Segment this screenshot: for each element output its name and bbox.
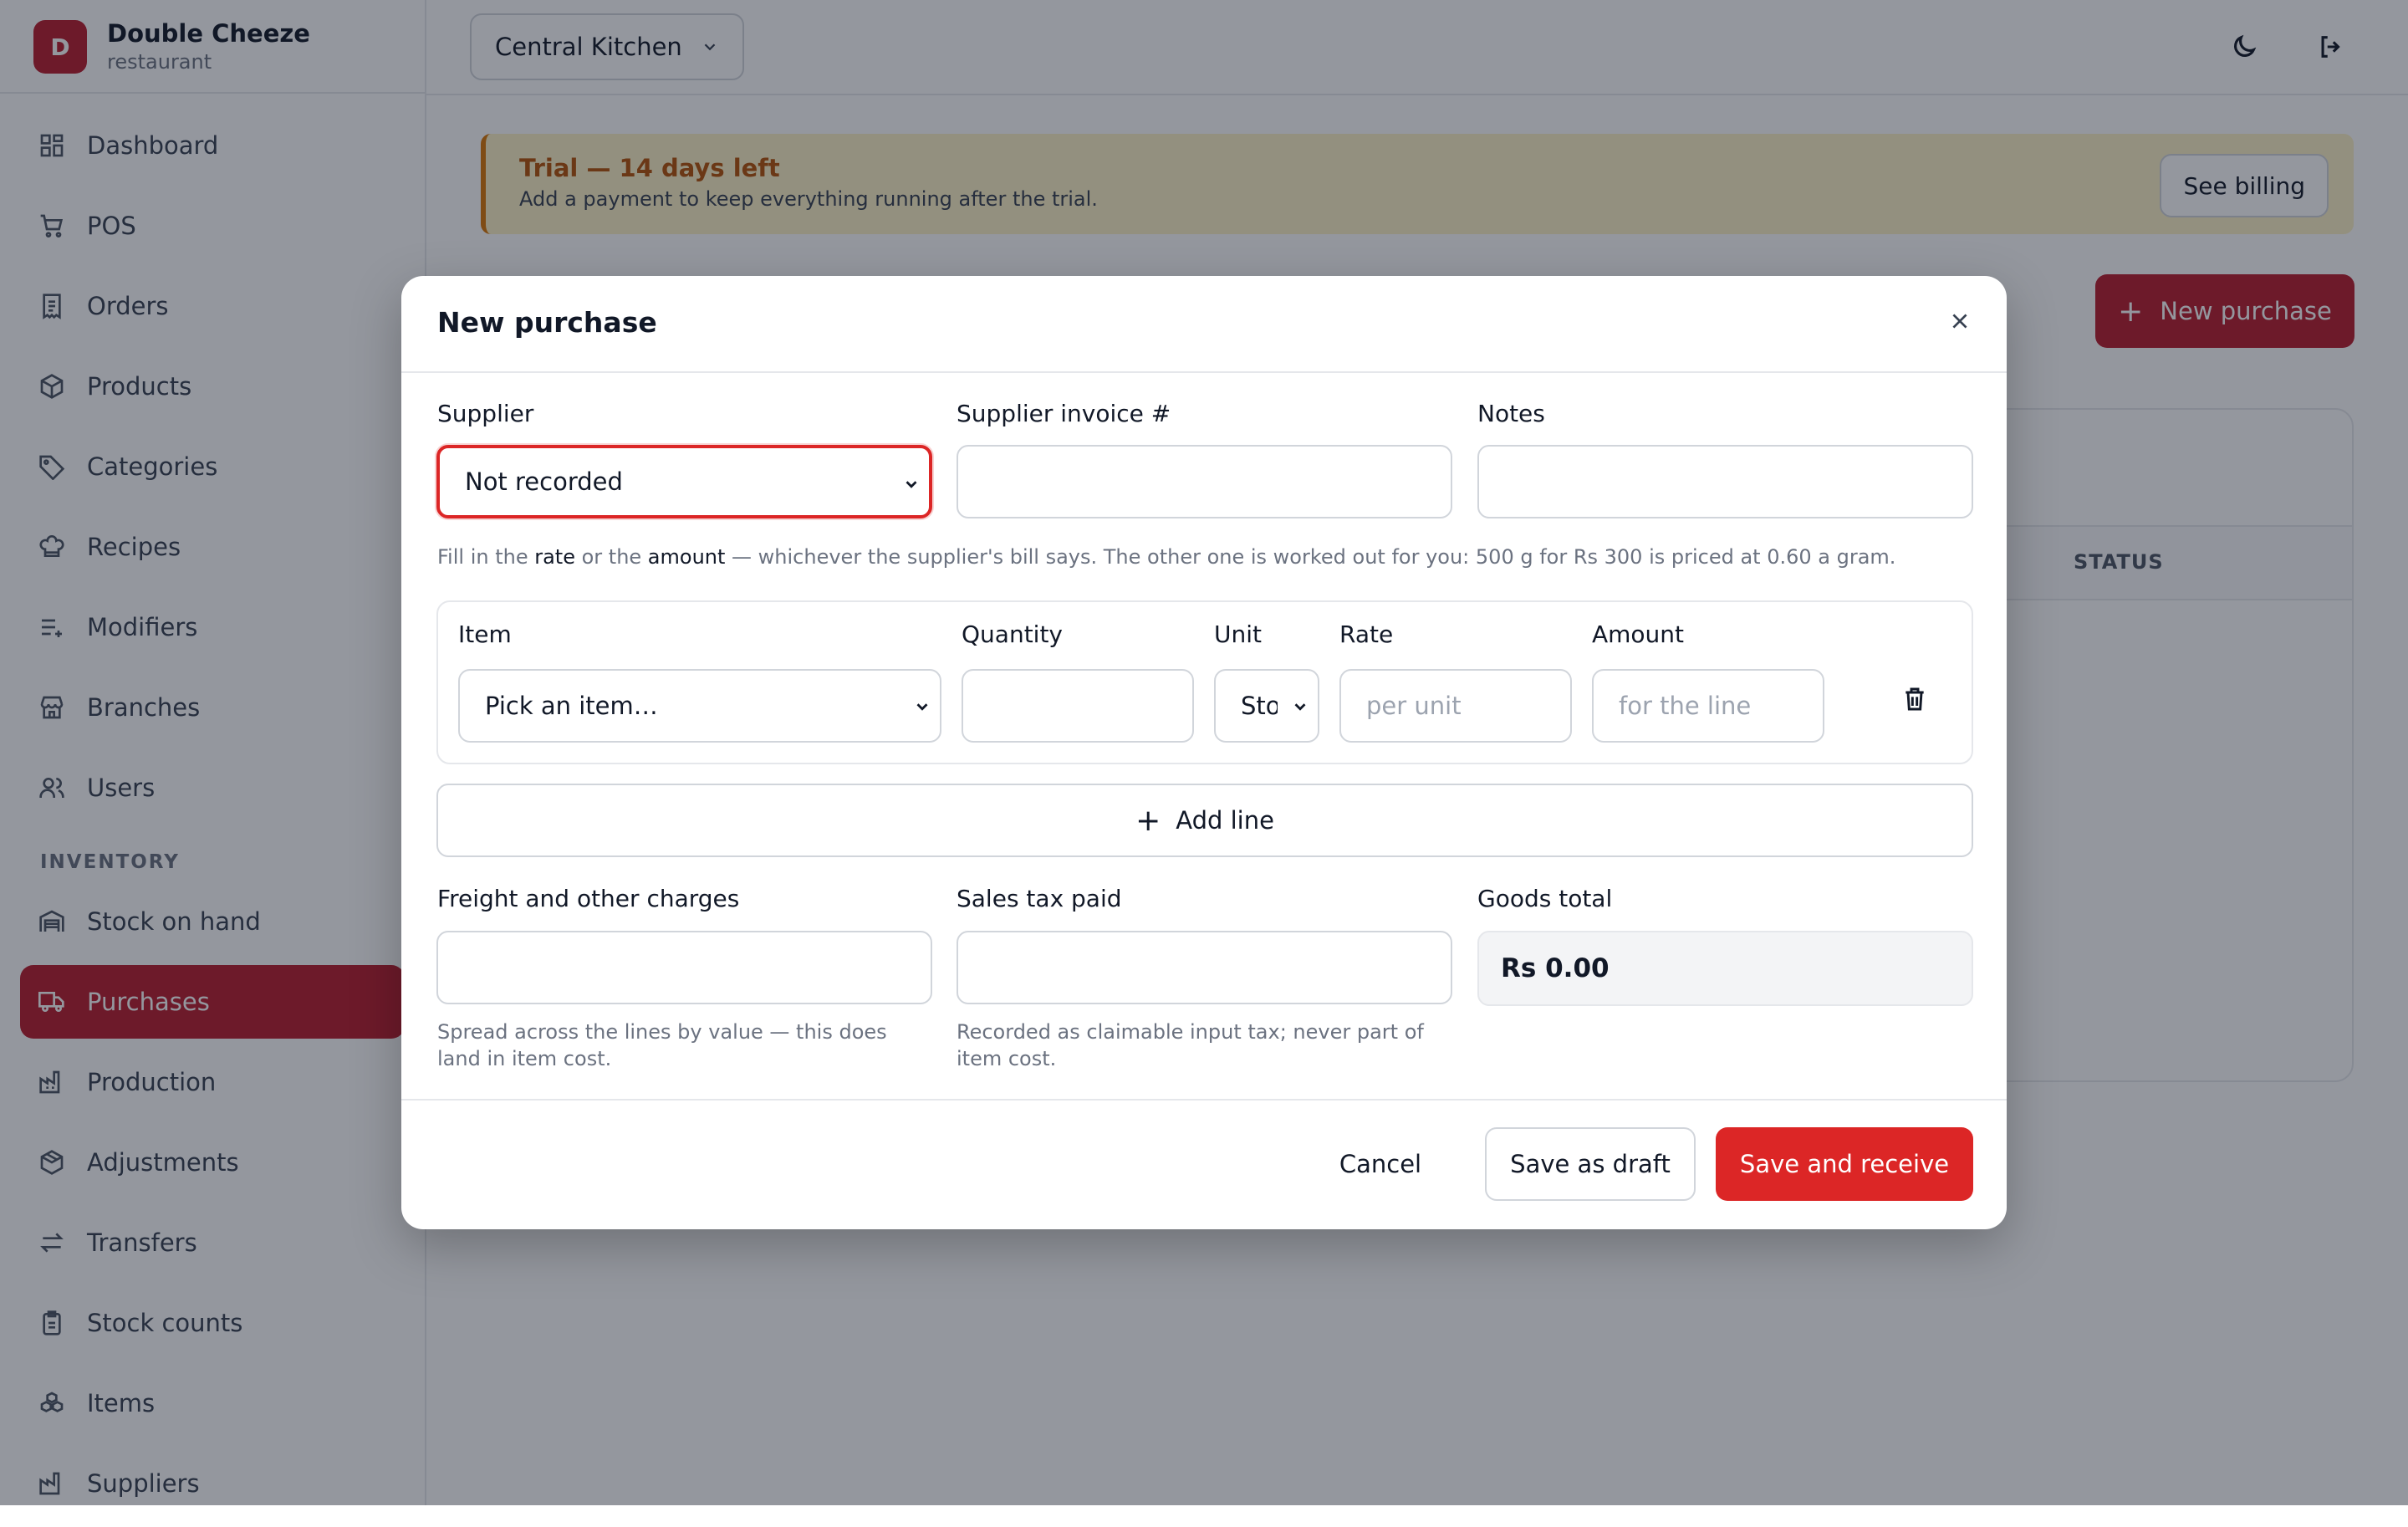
unit-select-value: Sto	[1241, 692, 1278, 720]
add-line-button[interactable]: + Add line	[436, 784, 1973, 857]
rate-input[interactable]: per unit	[1339, 669, 1572, 743]
sales-tax-input[interactable]	[957, 931, 1452, 1004]
add-line-label: Add line	[1176, 806, 1274, 835]
new-purchase-modal: New purchase Supplier Not recorded Suppl…	[401, 276, 2007, 1229]
sales-tax-label: Sales tax paid	[957, 885, 1122, 912]
item-select-value: Pick an item…	[485, 692, 658, 720]
quantity-label: Quantity	[962, 621, 1063, 648]
unit-select[interactable]: Sto	[1214, 669, 1319, 743]
supplier-invoice-input[interactable]	[957, 445, 1452, 518]
chevron-down-icon	[906, 481, 917, 488]
amount-placeholder: for the line	[1619, 692, 1752, 720]
plus-icon: +	[1135, 803, 1161, 838]
invoice-label: Supplier invoice #	[957, 400, 1171, 427]
amount-input[interactable]: for the line	[1592, 669, 1824, 743]
supplier-select[interactable]: Not recorded	[436, 445, 932, 518]
delete-line-button[interactable]	[1901, 686, 1935, 719]
supplier-label: Supplier	[437, 400, 534, 427]
item-select[interactable]: Pick an item…	[458, 669, 941, 743]
item-label: Item	[458, 621, 512, 648]
sales-tax-note: Recorded as claimable input tax; never p…	[957, 1020, 1424, 1070]
quantity-input[interactable]	[962, 669, 1194, 743]
freight-note: Spread across the lines by value — this …	[437, 1020, 887, 1070]
goods-total-value: Rs 0.00	[1477, 931, 1973, 1006]
divider	[401, 1099, 2007, 1101]
cancel-button[interactable]: Cancel	[1329, 1127, 1431, 1201]
freight-label: Freight and other charges	[437, 885, 740, 912]
save-as-draft-button[interactable]: Save as draft	[1485, 1127, 1696, 1201]
rate-label: Rate	[1339, 621, 1394, 648]
trash-icon	[1905, 687, 1924, 711]
rate-placeholder: per unit	[1366, 692, 1462, 720]
freight-input[interactable]	[436, 931, 932, 1004]
amount-label: Amount	[1592, 621, 1685, 648]
help-amount: amount	[647, 545, 726, 569]
close-icon	[1952, 314, 1967, 329]
save-and-receive-button[interactable]: Save and receive	[1716, 1127, 1973, 1201]
divider	[401, 371, 2007, 373]
supplier-select-value: Not recorded	[465, 467, 623, 496]
notes-label: Notes	[1477, 400, 1545, 427]
goods-total-label: Goods total	[1477, 885, 1613, 912]
chevron-down-icon	[1294, 703, 1306, 711]
close-button[interactable]	[1943, 304, 1977, 338]
unit-label: Unit	[1214, 621, 1262, 648]
chevron-down-icon	[916, 703, 928, 711]
notes-input[interactable]	[1477, 445, 1973, 518]
help-text: Fill in the rate or the amount — whichev…	[437, 545, 1896, 569]
modal-title: New purchase	[437, 306, 657, 339]
help-rate: rate	[534, 545, 575, 569]
